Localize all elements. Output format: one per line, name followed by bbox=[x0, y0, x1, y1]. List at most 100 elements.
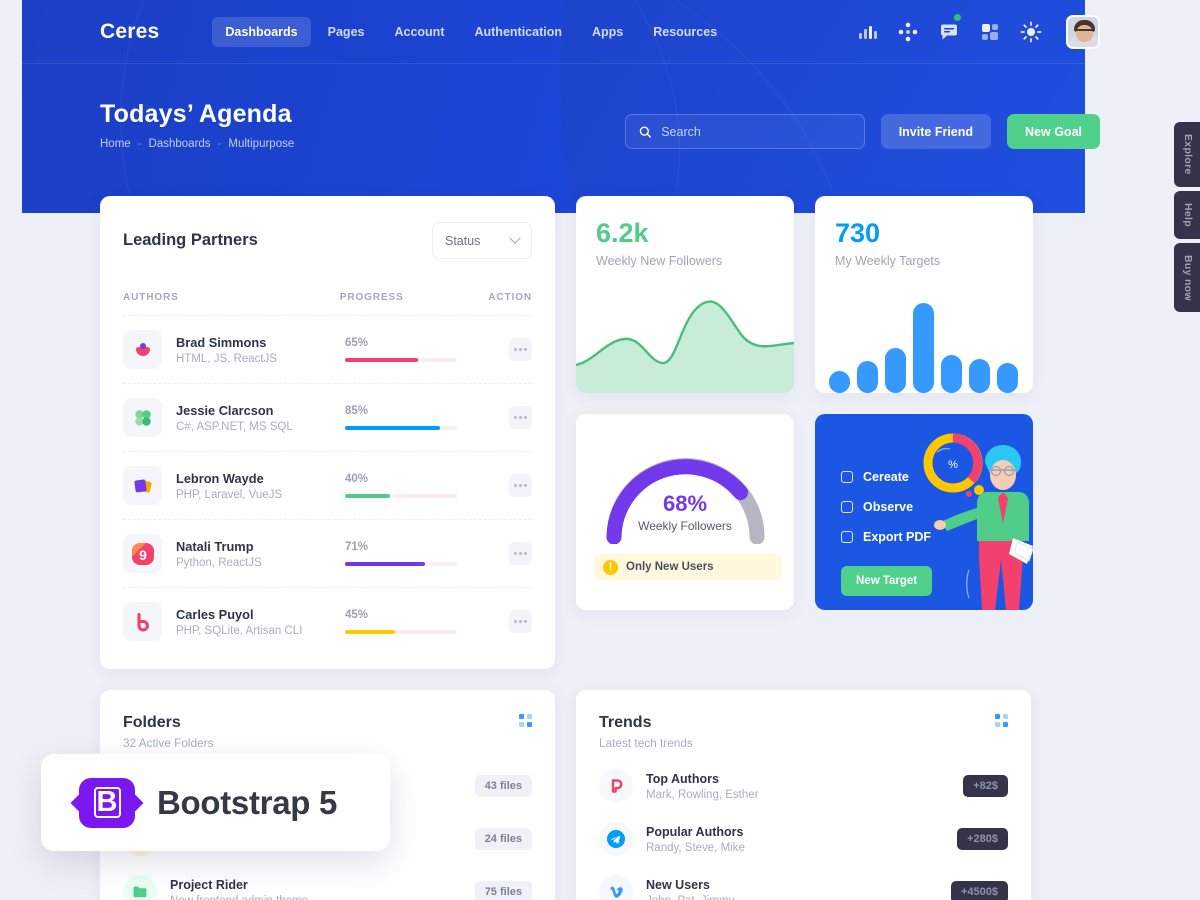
trend-name: New Users bbox=[646, 877, 710, 892]
list-item[interactable]: Top Authors Mark, Rowling, Esther +82$ bbox=[599, 769, 1008, 803]
gauge-alert: ! Only New Users bbox=[594, 554, 782, 580]
checkbox-icon[interactable] bbox=[841, 531, 853, 543]
page-header: Todays’ Agenda Home - Dashboards - Multi… bbox=[100, 100, 294, 150]
targets-bar-chart bbox=[829, 303, 1018, 393]
partner-progress: 65% bbox=[345, 337, 497, 362]
content-row-top: Leading Partners Status AUTHORS PROGRESS… bbox=[100, 196, 1100, 669]
trend-amount: +4500$ bbox=[950, 881, 1008, 900]
partner-logo bbox=[123, 330, 162, 369]
new-target-card: % Cereate Observe Export PDF New Target bbox=[815, 414, 1033, 610]
breadcrumb-home[interactable]: Home bbox=[100, 138, 131, 150]
trend-desc: Randy, Steve, Mike bbox=[646, 841, 745, 854]
partner-logo bbox=[123, 466, 162, 505]
side-tab-buy-now[interactable]: Buy now bbox=[1174, 242, 1200, 313]
partner-info: Natali Trump Python, ReactJS bbox=[176, 539, 345, 569]
partner-name: Lebron Wayde bbox=[176, 470, 264, 486]
list-item[interactable]: New Users John, Pat, Jimmy +4500$ bbox=[599, 875, 1008, 900]
table-row[interactable]: 9 Natali Trump Python, ReactJS 71% bbox=[123, 519, 532, 587]
targets-label: My Weekly Targets bbox=[835, 254, 941, 268]
search-box[interactable] bbox=[624, 114, 865, 149]
progress-bar bbox=[345, 426, 441, 430]
checkbox-icon[interactable] bbox=[841, 501, 853, 513]
page-left-margin bbox=[0, 0, 22, 900]
progress-track bbox=[345, 562, 457, 566]
partner-progress: 71% bbox=[345, 541, 497, 566]
trends-subtitle: Latest tech trends bbox=[599, 736, 693, 750]
folders-menu-icon[interactable] bbox=[519, 714, 532, 727]
checkbox-icon[interactable] bbox=[841, 471, 853, 483]
row-actions-button[interactable] bbox=[509, 542, 532, 565]
partner-info: Carles Puyol PHP, SQLite, Artisan CLI bbox=[176, 607, 345, 637]
navbar-actions bbox=[856, 13, 1100, 49]
followers-sparkline bbox=[576, 300, 794, 393]
navbar: Ceres Dashboards Pages Account Authentic… bbox=[0, 0, 1200, 63]
table-row[interactable]: Brad Simmons HTML, JS, ReactJS 65% bbox=[123, 315, 532, 383]
app-stage: Ceres Dashboards Pages Account Authentic… bbox=[0, 0, 1200, 900]
nav-item-dashboards[interactable]: Dashboards bbox=[212, 16, 311, 47]
breadcrumb-dashboards[interactable]: Dashboards bbox=[149, 138, 211, 150]
search-input[interactable] bbox=[661, 124, 851, 139]
row-actions-button[interactable] bbox=[509, 338, 532, 361]
trend-text: New Users John, Pat, Jimmy bbox=[646, 878, 734, 900]
nav-item-pages[interactable]: Pages bbox=[315, 17, 378, 47]
nav-item-authentication[interactable]: Authentication bbox=[461, 17, 575, 47]
row-actions-button[interactable] bbox=[509, 474, 532, 497]
table-row[interactable]: Lebron Wayde PHP, Laravel, VueJS 40% bbox=[123, 451, 532, 519]
target-item-label: Cereate bbox=[863, 470, 909, 484]
sun-icon[interactable] bbox=[1020, 21, 1042, 43]
chat-icon[interactable] bbox=[938, 13, 961, 43]
side-tab-help[interactable]: Help bbox=[1174, 190, 1200, 239]
partner-progress: 45% bbox=[345, 609, 497, 634]
trend-desc: John, Pat, Jimmy bbox=[646, 895, 734, 900]
bar-chart-icon[interactable] bbox=[856, 21, 878, 43]
progress-track bbox=[345, 358, 457, 362]
progress-bar bbox=[345, 562, 425, 566]
partner-skills: Python, ReactJS bbox=[176, 556, 262, 569]
avatar[interactable] bbox=[1066, 14, 1100, 49]
cards-icon bbox=[133, 478, 152, 493]
svg-text:%: % bbox=[948, 459, 958, 471]
nav-item-apps[interactable]: Apps bbox=[579, 17, 636, 47]
invite-friend-button[interactable]: Invite Friend bbox=[880, 114, 992, 149]
nav-item-account[interactable]: Account bbox=[381, 17, 457, 47]
partner-percent: 65% bbox=[345, 337, 369, 349]
trends-title: Trends bbox=[599, 714, 652, 731]
row-actions-button[interactable] bbox=[509, 406, 532, 429]
breadcrumb-multipurpose[interactable]: Multipurpose bbox=[228, 138, 294, 150]
partner-info: Lebron Wayde PHP, Laravel, VueJS bbox=[176, 471, 345, 501]
folder-file-count: 43 files bbox=[474, 775, 532, 797]
status-filter-select[interactable]: Status bbox=[432, 222, 532, 259]
nav-item-resources[interactable]: Resources bbox=[640, 17, 730, 47]
nine-icon: 9 bbox=[131, 542, 154, 565]
grid-icon[interactable] bbox=[979, 21, 1001, 43]
trend-desc: Mark, Rowling, Esther bbox=[646, 788, 759, 801]
partners-table-header: AUTHORS PROGRESS ACTION bbox=[123, 292, 532, 315]
new-goal-button[interactable]: New Goal bbox=[1007, 114, 1100, 149]
weekly-followers-card: 6.2k Weekly New Followers bbox=[576, 196, 794, 393]
column-progress: PROGRESS bbox=[339, 292, 404, 303]
table-row[interactable]: Jessie Clarcson C#, ASP.NET, MS SQL 85% bbox=[123, 383, 532, 451]
weekly-targets-card: 730 My Weekly Targets bbox=[815, 196, 1033, 393]
svg-text:9: 9 bbox=[139, 547, 147, 563]
trends-menu-icon[interactable] bbox=[995, 714, 1008, 727]
trend-amount: +280$ bbox=[957, 828, 1008, 850]
nav-links: Dashboards Pages Account Authentication … bbox=[212, 16, 730, 47]
row-actions-button[interactable] bbox=[509, 610, 532, 633]
status-filter-value: Status bbox=[445, 233, 481, 248]
progress-bar bbox=[345, 630, 396, 634]
exclamation-icon: ! bbox=[603, 559, 618, 575]
partner-name: Carles Puyol bbox=[176, 606, 254, 622]
trends-header: Trends Latest tech trends bbox=[599, 714, 1008, 750]
gauge-center-text: 68% Weekly Followers bbox=[598, 491, 773, 533]
navbar-divider bbox=[0, 63, 1085, 64]
side-tab-explore[interactable]: Explore bbox=[1174, 122, 1200, 187]
bloom-icon bbox=[136, 612, 149, 631]
brand-logo[interactable]: Ceres bbox=[100, 20, 159, 44]
table-row[interactable]: Carles Puyol PHP, SQLite, Artisan CLI 45… bbox=[123, 587, 532, 655]
list-item[interactable]: Popular Authors Randy, Steve, Mike +280$ bbox=[599, 822, 1008, 856]
trend-text: Popular Authors Randy, Steve, Mike bbox=[646, 825, 745, 854]
list-item[interactable]: Project Rider New frontend admin theme 7… bbox=[123, 875, 532, 900]
sparkle-icon[interactable] bbox=[897, 21, 919, 43]
folders-heading: Folders 32 Active Folders bbox=[123, 714, 214, 750]
folder-icon bbox=[123, 875, 157, 900]
